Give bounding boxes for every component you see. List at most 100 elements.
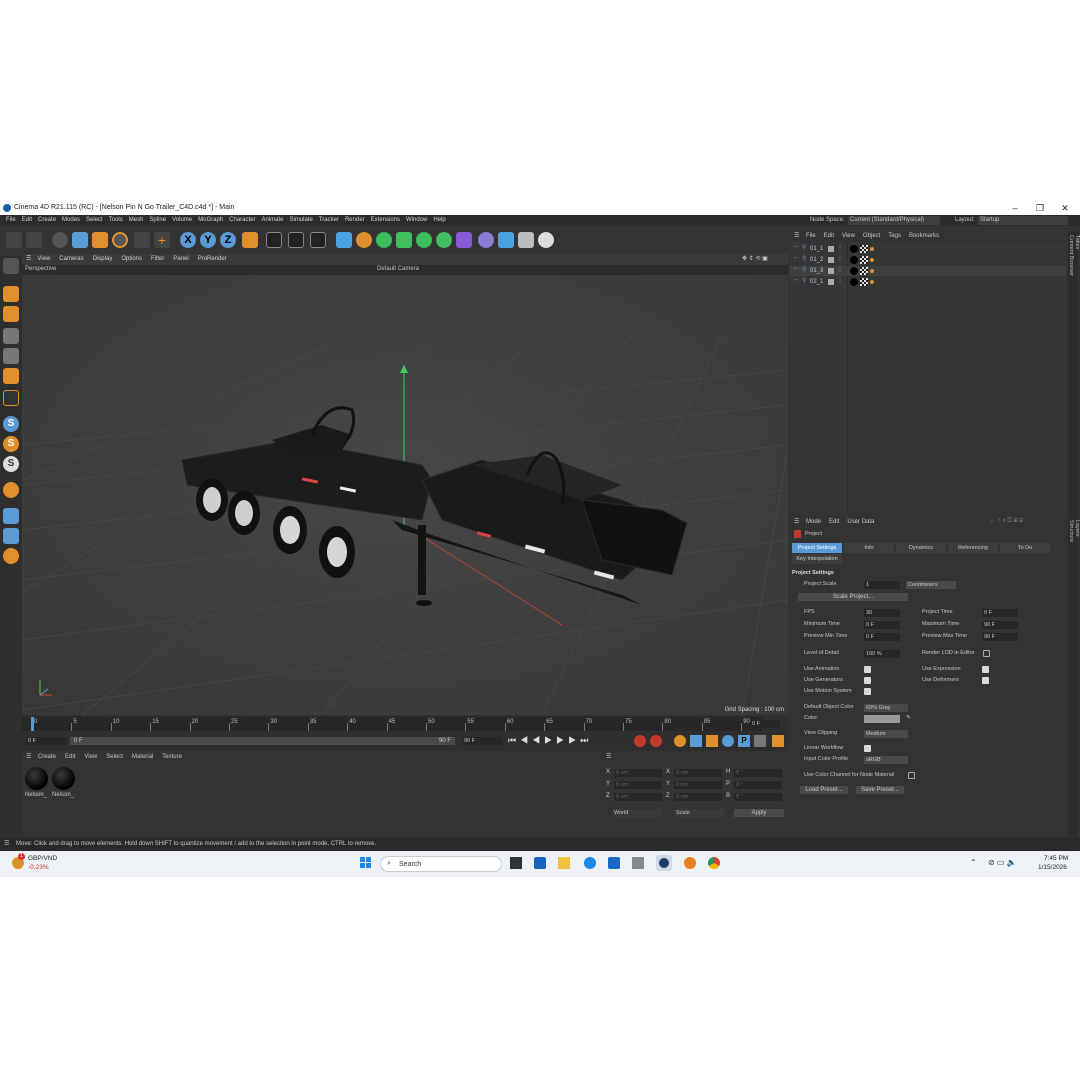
view-clipping-select[interactable]: Medium bbox=[864, 730, 908, 738]
material-menu-create[interactable]: Create bbox=[38, 754, 56, 760]
light-icon[interactable] bbox=[538, 232, 554, 248]
tray-chevron-icon[interactable]: ⌃ bbox=[970, 858, 977, 867]
playback-controls[interactable]: ⏮◀◀▶▶▶⏭ bbox=[508, 735, 592, 746]
snap-icon[interactable]: S bbox=[3, 416, 19, 432]
y-axis-icon[interactable]: Y bbox=[200, 232, 216, 248]
menu-item-extensions[interactable]: Extensions bbox=[371, 215, 400, 226]
tab-key-interpolation[interactable]: Key Interpolation bbox=[792, 554, 842, 564]
coord-value-field[interactable]: 0 ° bbox=[734, 769, 782, 777]
uv-tag-icon[interactable] bbox=[860, 256, 868, 264]
floor-icon[interactable] bbox=[498, 232, 514, 248]
minimize-button[interactable]: – bbox=[1005, 202, 1025, 214]
z-axis-icon[interactable]: Z bbox=[220, 232, 236, 248]
attr-menu-user-data[interactable]: User Data bbox=[847, 519, 874, 525]
use-expression-checkbox[interactable] bbox=[982, 666, 989, 673]
tab-referencing[interactable]: Referencing bbox=[948, 543, 998, 553]
points-mode-icon[interactable] bbox=[3, 328, 19, 344]
visibility-dots[interactable]: ⋮ bbox=[837, 266, 843, 273]
uv-tag-icon[interactable] bbox=[860, 245, 868, 253]
menu-item-mesh[interactable]: Mesh bbox=[129, 215, 144, 226]
field-icon[interactable] bbox=[478, 232, 494, 248]
locked-workplane-icon[interactable] bbox=[3, 482, 19, 498]
menu-item-simulate[interactable]: Simulate bbox=[290, 215, 313, 226]
side-tab-structure[interactable]: Structure bbox=[1068, 520, 1074, 543]
menu-item-help[interactable]: Help bbox=[433, 215, 445, 226]
menu-item-animate[interactable]: Animate bbox=[261, 215, 283, 226]
visibility-dots[interactable]: ⋮ bbox=[837, 244, 843, 251]
preview-max-field[interactable]: 90 F bbox=[982, 633, 1018, 641]
save-preset-button[interactable]: Save Preset... bbox=[856, 786, 904, 794]
end-frame-field[interactable]: 90 F bbox=[462, 737, 502, 745]
live-select-icon[interactable] bbox=[52, 232, 68, 248]
menu-item-mograph[interactable]: MoGraph bbox=[198, 215, 223, 226]
input-profile-select[interactable]: sRGB bbox=[864, 756, 908, 764]
material-menu-select[interactable]: Select bbox=[106, 754, 123, 760]
make-editable-icon[interactable] bbox=[3, 258, 19, 274]
tab-dynamics[interactable]: Dynamics bbox=[896, 543, 946, 553]
playhead[interactable] bbox=[31, 717, 34, 731]
coord-value-field[interactable]: 0 cm bbox=[674, 793, 722, 801]
close-button[interactable]: ✕ bbox=[1055, 202, 1075, 214]
store-icon[interactable] bbox=[608, 857, 620, 869]
uv-tag-icon[interactable] bbox=[860, 267, 868, 275]
viewport-3d[interactable]: Grid Spacing : 100 cm bbox=[22, 275, 788, 715]
visibility-toggle[interactable] bbox=[828, 268, 834, 274]
widgets-icon[interactable] bbox=[534, 857, 546, 869]
timeline-window-icon[interactable] bbox=[772, 735, 784, 747]
viewport-nav-icons[interactable]: ✥ ⇕ ⟲ ▣ bbox=[742, 254, 768, 265]
axis-mode-icon[interactable] bbox=[3, 390, 19, 406]
timeline-ruler[interactable]: 0 5 10 15 20 25 30 35 40 45 50 55 60 65 70 75 80 85 90 bbox=[22, 717, 762, 731]
edges-mode-icon[interactable] bbox=[3, 348, 19, 364]
menu-item-volume[interactable]: Volume bbox=[172, 215, 192, 226]
project-scale-field[interactable]: 1 bbox=[864, 581, 900, 589]
max-time-field[interactable]: 90 F bbox=[982, 621, 1018, 629]
apply-button[interactable]: Apply bbox=[734, 809, 784, 817]
model-mode-icon[interactable] bbox=[3, 286, 19, 302]
key-position-icon[interactable] bbox=[690, 735, 702, 747]
redo-icon[interactable] bbox=[26, 232, 42, 248]
object-row[interactable]: ⊢ ⚲ 01_1 ⋮ bbox=[790, 244, 1066, 254]
recent-tools-icon[interactable] bbox=[134, 232, 150, 248]
render-view-icon[interactable] bbox=[266, 232, 282, 248]
render-settings-icon[interactable] bbox=[310, 232, 326, 248]
scale-project-button[interactable]: Scale Project... bbox=[798, 593, 908, 601]
object-menu-bookmarks[interactable]: Bookmarks bbox=[909, 233, 939, 239]
phong-tag-icon[interactable] bbox=[870, 258, 874, 262]
coord-value-field[interactable]: 0 cm bbox=[614, 793, 662, 801]
viewport-menu-filter[interactable]: Filter bbox=[151, 254, 164, 265]
layout-select[interactable]: Startup bbox=[978, 216, 1068, 225]
move-tool-icon[interactable] bbox=[72, 232, 88, 248]
menu-item-edit[interactable]: Edit bbox=[22, 215, 32, 226]
linear-workflow-checkbox[interactable] bbox=[864, 745, 871, 752]
viewport-menu-prorender[interactable]: ProRender bbox=[198, 254, 227, 265]
key-param-icon[interactable]: P bbox=[738, 735, 750, 747]
material-menu-icon[interactable]: ☰ bbox=[26, 753, 31, 760]
visibility-dots[interactable]: ⋮ bbox=[837, 255, 843, 262]
viewport-menu-cameras[interactable]: Cameras bbox=[59, 254, 83, 265]
uv-tag-icon[interactable] bbox=[860, 278, 868, 286]
camera-icon[interactable] bbox=[518, 232, 534, 248]
fps-field[interactable]: 30 bbox=[864, 609, 900, 617]
transform-icon[interactable]: + bbox=[154, 232, 170, 248]
viewport-menu-panel[interactable]: Panel bbox=[173, 254, 188, 265]
node-material-checkbox[interactable] bbox=[908, 772, 915, 779]
grid-icon[interactable] bbox=[3, 528, 19, 544]
blender-icon[interactable] bbox=[684, 857, 696, 869]
min-time-field[interactable]: 0 F bbox=[864, 621, 900, 629]
object-row[interactable]: ⊢ ⚲ 01_2 ⋮ bbox=[790, 255, 1066, 265]
menu-item-character[interactable]: Character bbox=[229, 215, 255, 226]
coord-value-field[interactable]: 0 cm bbox=[674, 781, 722, 789]
key-pla-icon[interactable] bbox=[754, 735, 766, 747]
rotate-tool-icon[interactable] bbox=[112, 232, 128, 248]
attr-nav-icons[interactable]: ← ↑ ⌕ ⚿ ⊞ ⊟ bbox=[990, 518, 1023, 525]
range-slider[interactable]: 0 F 90 F bbox=[70, 737, 455, 745]
tab-to-do[interactable]: To Do bbox=[1000, 543, 1050, 553]
visibility-toggle[interactable] bbox=[828, 246, 834, 252]
visibility-toggle[interactable] bbox=[828, 279, 834, 285]
material-swatch[interactable]: Nelson_ bbox=[51, 767, 76, 801]
material-tag-icon[interactable] bbox=[850, 245, 858, 253]
viewport-menu-display[interactable]: Display bbox=[93, 254, 113, 265]
key-selection-icon[interactable] bbox=[674, 735, 686, 747]
object-menu-object[interactable]: Object bbox=[863, 233, 880, 239]
object-row[interactable]: ⊢ ⚲ 01_3 ⋮ bbox=[790, 266, 1066, 276]
